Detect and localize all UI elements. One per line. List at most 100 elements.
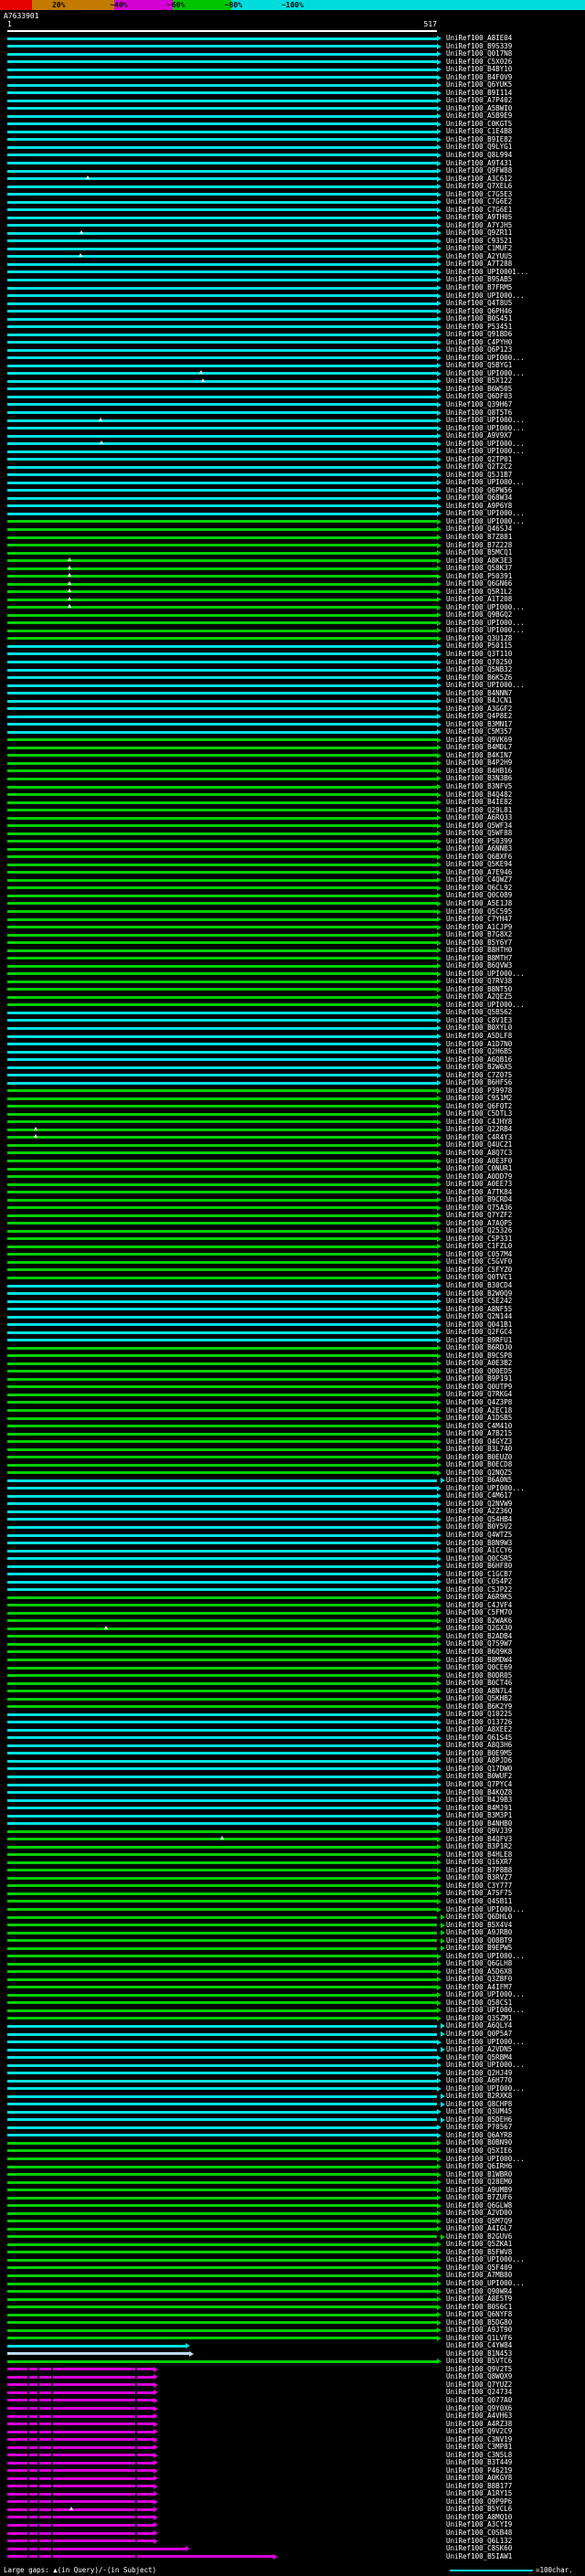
hit-bar[interactable] xyxy=(7,318,437,321)
hit-bar[interactable] xyxy=(7,1994,437,1997)
hit-bar[interactable] xyxy=(7,1752,437,1754)
hit-bar[interactable] xyxy=(7,466,437,469)
hit-bar[interactable] xyxy=(7,1643,437,1646)
hit-bar[interactable] xyxy=(7,2017,437,2019)
hit-bar[interactable] xyxy=(7,396,437,398)
hit-bar[interactable] xyxy=(7,1105,437,1108)
hit-bar[interactable] xyxy=(7,1659,437,1661)
hit-bar[interactable] xyxy=(7,599,437,601)
hit-bar[interactable] xyxy=(7,2454,154,2456)
hit-bar[interactable] xyxy=(7,2111,437,2114)
hit-bar[interactable] xyxy=(7,692,437,694)
hit-bar[interactable] xyxy=(7,1581,437,1584)
hit-bar[interactable] xyxy=(7,1292,437,1295)
hit-bar[interactable] xyxy=(7,2539,154,2542)
hit-bar[interactable] xyxy=(7,1791,437,1794)
hit-bar[interactable] xyxy=(7,2516,154,2518)
hit-bar[interactable] xyxy=(7,1932,437,1935)
hit-bar[interactable] xyxy=(7,559,437,562)
hit-bar[interactable] xyxy=(7,427,437,429)
hit-bar[interactable] xyxy=(7,879,437,882)
hit-bar[interactable] xyxy=(7,1908,437,1911)
hit-bar[interactable] xyxy=(7,2376,154,2379)
hit-bar[interactable] xyxy=(7,2212,437,2215)
hit-bar[interactable] xyxy=(7,778,437,780)
hit-bar[interactable] xyxy=(7,1495,437,1498)
hit-bar[interactable] xyxy=(7,988,437,991)
hit-bar[interactable] xyxy=(7,53,437,56)
hit-bar[interactable] xyxy=(7,473,437,476)
hit-bar[interactable] xyxy=(7,2064,437,2067)
hit-bar[interactable] xyxy=(7,1471,437,1474)
hit-bar[interactable] xyxy=(7,1760,437,1763)
hit-bar[interactable] xyxy=(7,2228,437,2231)
hit-bar[interactable] xyxy=(7,341,437,344)
hit-bar[interactable] xyxy=(7,738,437,741)
hit-bar[interactable] xyxy=(7,1464,437,1467)
hit-bar[interactable] xyxy=(7,1268,437,1271)
hit-bar[interactable] xyxy=(7,1784,437,1786)
hit-bar[interactable] xyxy=(7,575,437,578)
hit-bar[interactable] xyxy=(7,2306,437,2308)
hit-bar[interactable] xyxy=(7,1822,437,1825)
hit-bar[interactable] xyxy=(7,1690,437,1692)
hit-bar[interactable] xyxy=(7,2173,437,2176)
hit-bar[interactable] xyxy=(7,37,437,40)
hit-bar[interactable] xyxy=(7,1339,437,1341)
hit-bar[interactable] xyxy=(7,1347,437,1350)
hit-bar[interactable] xyxy=(7,645,437,648)
hit-bar[interactable] xyxy=(7,2259,437,2262)
hit-bar[interactable] xyxy=(7,2391,154,2394)
hit-bar[interactable] xyxy=(7,2041,437,2043)
hit-bar[interactable] xyxy=(7,1970,437,1973)
hit-bar[interactable] xyxy=(7,1261,437,1264)
hit-bar[interactable] xyxy=(7,2555,273,2558)
hit-bar[interactable] xyxy=(7,1550,437,1553)
hit-bar[interactable] xyxy=(7,1089,437,1092)
hit-bar[interactable] xyxy=(7,1378,437,1381)
hit-bar[interactable] xyxy=(7,676,437,679)
hit-bar[interactable] xyxy=(7,769,437,772)
hit-bar[interactable] xyxy=(7,2399,154,2401)
hit-bar[interactable] xyxy=(7,1487,437,1489)
hit-bar[interactable] xyxy=(7,2283,437,2285)
hit-bar[interactable] xyxy=(7,1900,437,1903)
hit-bar[interactable] xyxy=(7,2025,437,2028)
hit-bar[interactable] xyxy=(7,2134,437,2136)
hit-bar[interactable] xyxy=(7,122,437,125)
hit-bar[interactable] xyxy=(7,1650,437,1653)
hit-bar[interactable] xyxy=(7,356,437,359)
hit-bar[interactable] xyxy=(7,1191,437,1193)
hit-bar[interactable] xyxy=(7,1456,437,1458)
hit-bar[interactable] xyxy=(7,661,437,663)
hit-bar[interactable] xyxy=(7,754,437,757)
hit-bar[interactable] xyxy=(7,848,437,851)
hit-bar[interactable] xyxy=(7,2345,186,2348)
hit-bar[interactable] xyxy=(7,2485,154,2487)
hit-bar[interactable] xyxy=(7,2189,437,2191)
hit-bar[interactable] xyxy=(7,583,437,586)
hit-bar[interactable] xyxy=(7,1877,437,1880)
hit-bar[interactable] xyxy=(7,1542,437,1544)
hit-bar[interactable] xyxy=(7,1175,437,1178)
hit-bar[interactable] xyxy=(7,1502,437,1505)
hit-bar[interactable] xyxy=(7,1565,437,1568)
hit-bar[interactable] xyxy=(7,1316,437,1319)
hit-bar[interactable] xyxy=(7,2166,437,2168)
hit-bar[interactable] xyxy=(7,1082,437,1085)
hit-bar[interactable] xyxy=(7,1308,437,1310)
hit-bar[interactable] xyxy=(7,886,437,889)
hit-bar[interactable] xyxy=(7,84,437,87)
hit-bar[interactable] xyxy=(7,1151,437,1154)
hit-bar[interactable] xyxy=(7,2118,437,2121)
hit-bar[interactable] xyxy=(7,2251,437,2253)
hit-bar[interactable] xyxy=(7,637,437,640)
hit-bar[interactable] xyxy=(7,1222,437,1224)
hit-bar[interactable] xyxy=(7,349,437,352)
hit-bar[interactable] xyxy=(7,1604,437,1606)
hit-bar[interactable] xyxy=(7,1744,437,1747)
hit-bar[interactable] xyxy=(7,170,437,173)
hit-bar[interactable] xyxy=(7,1947,437,1950)
hit-bar[interactable] xyxy=(7,957,437,959)
hit-bar[interactable] xyxy=(7,1113,437,1116)
